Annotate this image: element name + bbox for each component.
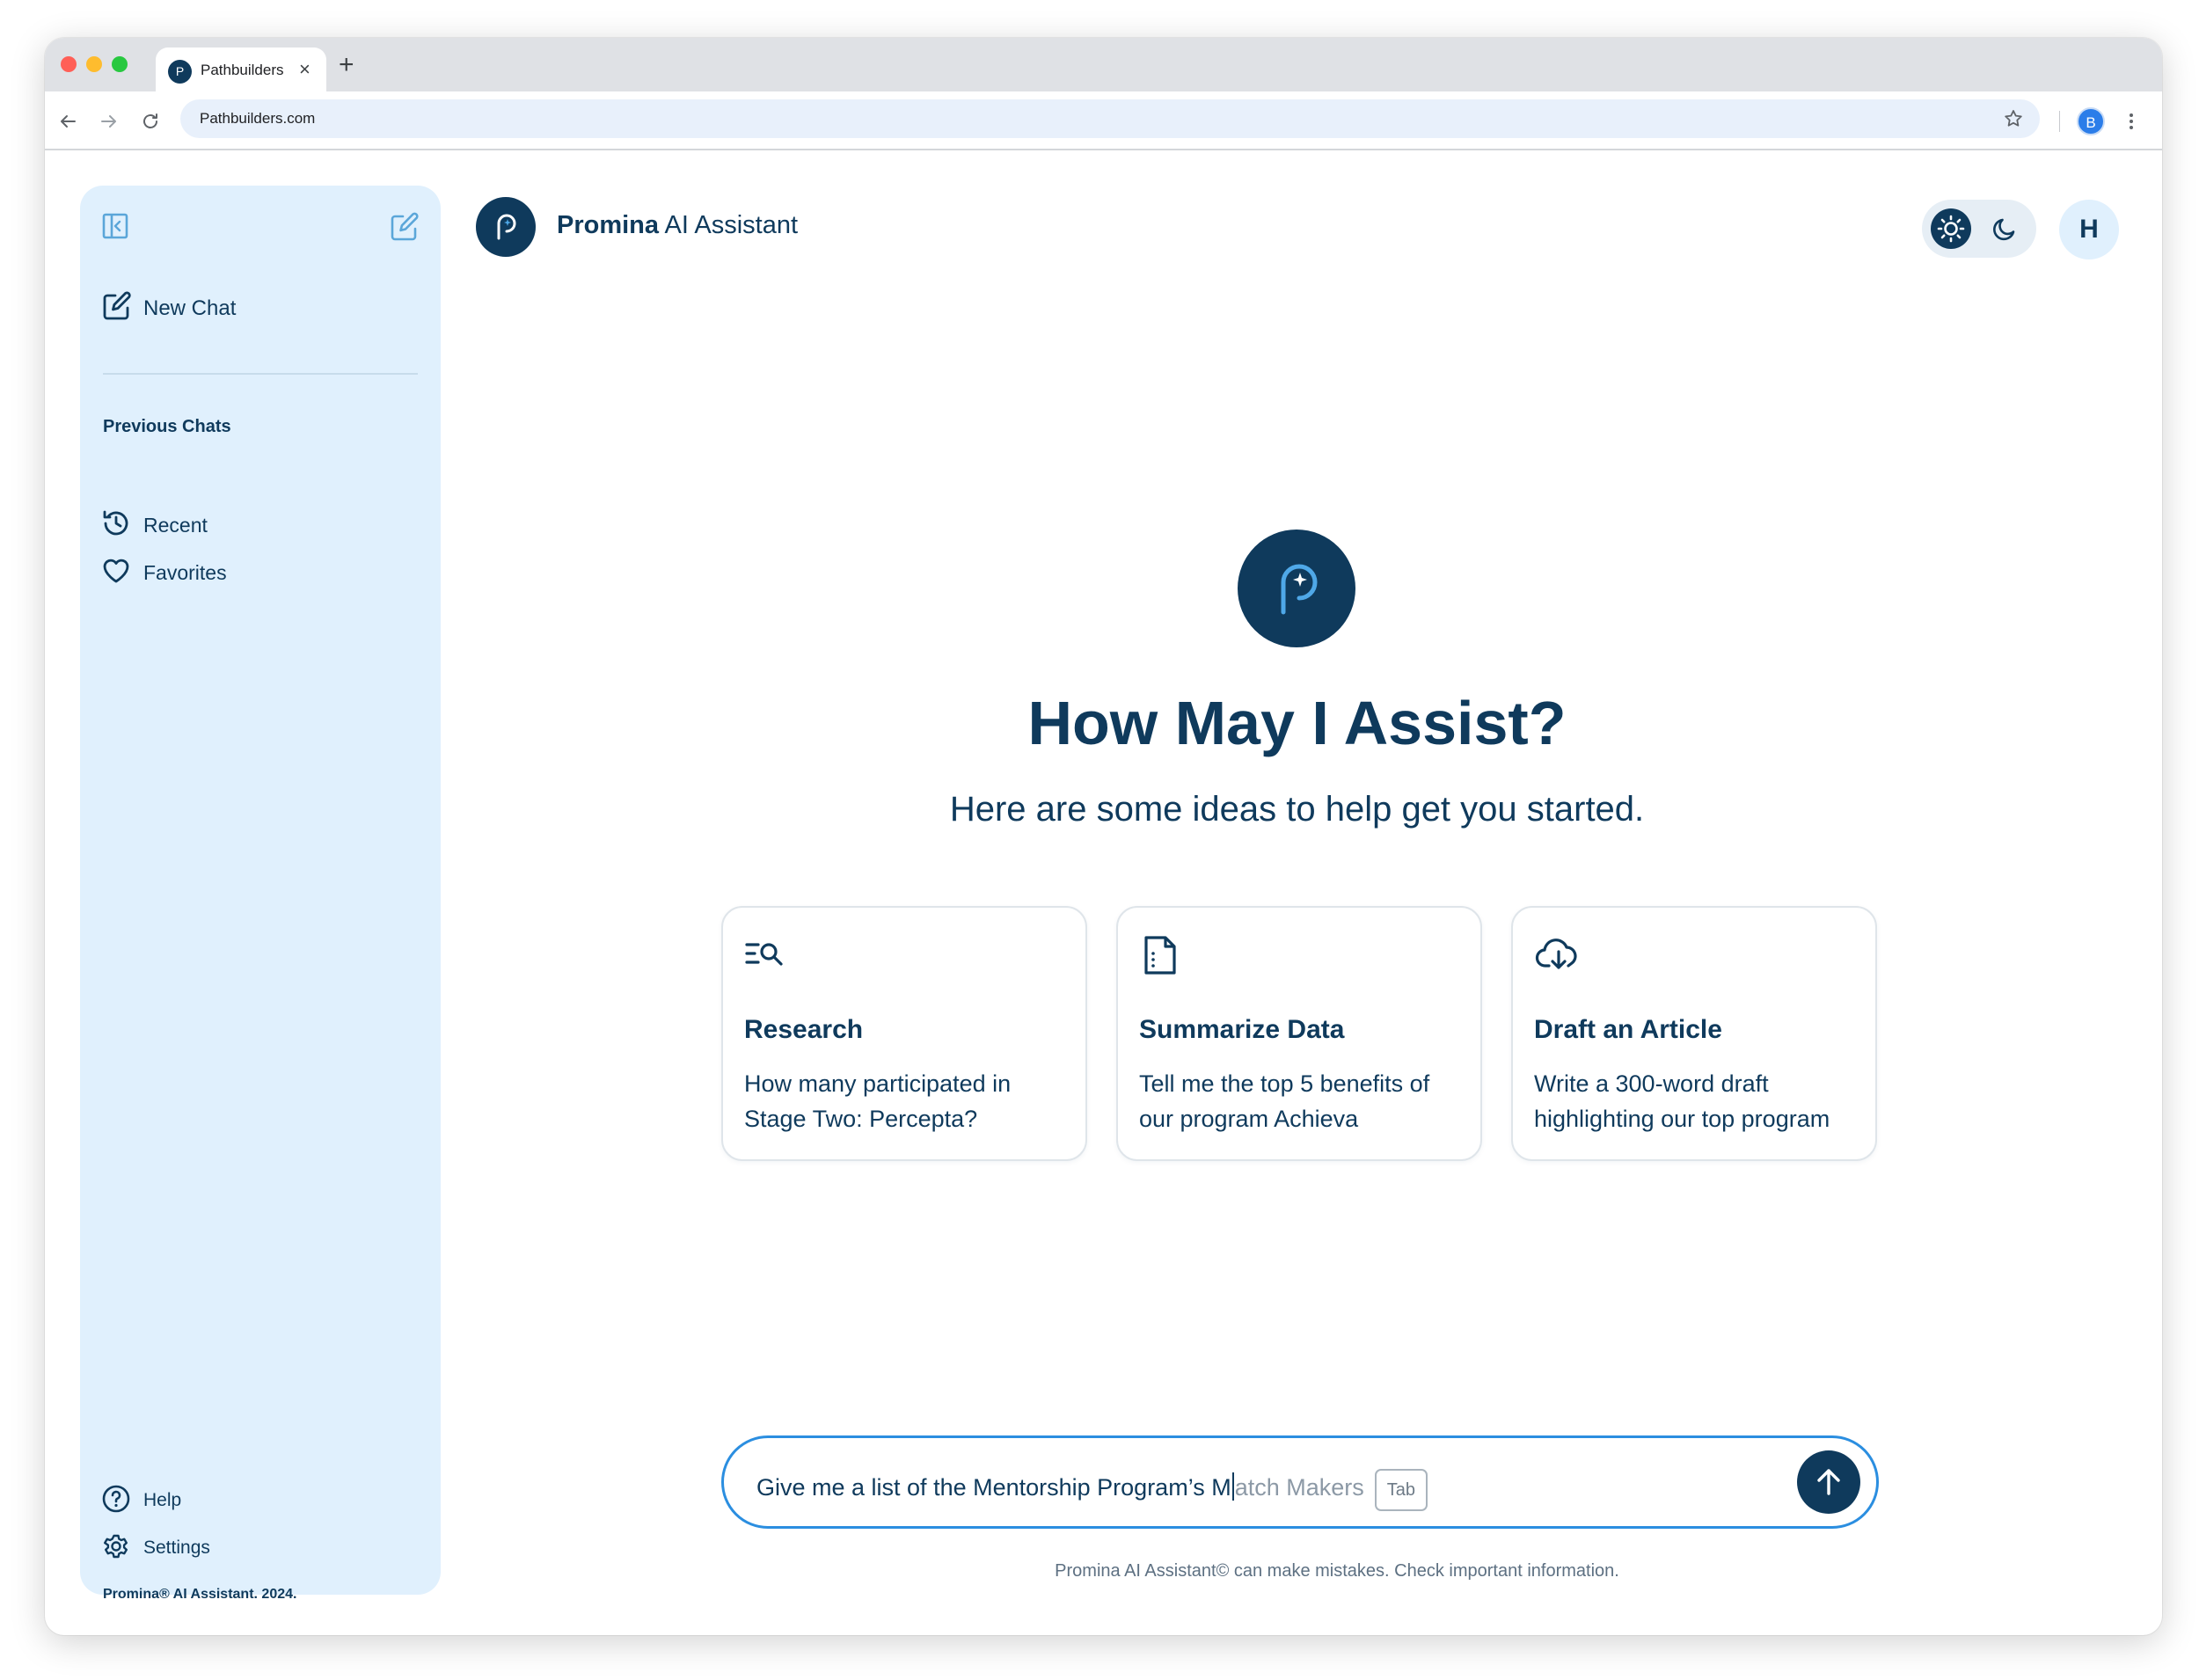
recent-label: Recent [143,514,208,537]
new-chat-icon [103,291,131,320]
card-description: Tell me the top 5 benefits of our progra… [1139,1070,1430,1132]
moon-icon[interactable] [1991,215,2019,243]
heart-icon [103,559,129,583]
card-title: Summarize Data [1139,1015,1345,1044]
suggestion-card-summarize[interactable]: Summarize Data Tell me the top 5 benefit… [1116,906,1482,1161]
card-title: Research [744,1015,864,1044]
promina-logo-icon [497,214,516,240]
suggestion-card-research[interactable]: Research How many participated in Stage … [721,906,1087,1161]
new-chat-label: New Chat [143,296,237,320]
previous-chats-heading: Previous Chats [103,417,231,436]
chat-input-text[interactable]: Give me a list of the Mentorship Program… [756,1469,1428,1511]
card-description: How many participated in Stage Two: Perc… [744,1070,1012,1132]
typed-text: Give me a list of the Mentorship Program… [756,1474,1231,1501]
app-logo [476,197,536,257]
sidebar: New Chat Previous Chats Recent Favorites… [80,186,441,1602]
hero-title: How May I Assist? [1027,689,1567,757]
suggestion-card-draft[interactable]: Draft an Article Write a 300-word draft … [1511,906,1877,1161]
sidebar-footer: Promina® AI Assistant. 2024. [103,1587,297,1602]
autocomplete-suggestion: atch Makers [1234,1474,1364,1501]
card-title: Draft an Article [1534,1015,1722,1044]
browser-tab[interactable]: P Pathbuilders × [156,47,326,91]
app-title: Promina AI Assistant [557,211,798,240]
text-caret [1231,1472,1234,1501]
back-arrow-icon[interactable] [57,111,78,132]
app-title-rest: AI Assistant [659,211,799,239]
favicon-icon: P [168,60,192,84]
settings-label: Settings [143,1538,210,1558]
url-text: Pathbuilders.com [200,110,316,127]
promina-logo-icon [1281,564,1318,615]
light-mode-button[interactable] [1931,208,1971,249]
gear-icon [104,1534,128,1559]
toolbar-divider [2059,111,2060,132]
help-label: Help [143,1490,182,1510]
tab-close-icon[interactable]: × [299,58,310,81]
compose-icon[interactable] [389,211,420,243]
browser-tab-bar: P Pathbuilders × + [45,38,2162,91]
tab-title: Pathbuilders [201,62,284,78]
help-icon [102,1485,130,1513]
hero-subtitle: Here are some ideas to help get you star… [949,790,1645,829]
user-avatar[interactable]: H [2059,200,2119,259]
arrow-up-icon [1817,1469,1840,1495]
sidebar-toggle-icon[interactable] [101,212,129,240]
send-button[interactable] [1797,1450,1860,1514]
close-window-button[interactable] [61,56,77,72]
browser-profile-avatar[interactable]: B [2077,107,2105,135]
bookmark-star-icon[interactable] [2003,108,2024,129]
favorites-label: Favorites [143,561,227,584]
reload-icon[interactable] [140,111,161,132]
history-icon [103,510,128,536]
minimize-window-button[interactable] [86,56,102,72]
more-menu-icon[interactable] [2121,111,2142,132]
new-tab-button[interactable]: + [339,50,354,80]
theme-toggle[interactable] [1922,200,2036,258]
hero-logo [1238,530,1355,647]
address-bar[interactable]: Pathbuilders.com [180,99,2040,138]
browser-toolbar: Pathbuilders.com B [45,91,2162,150]
disclaimer-text: Promina AI Assistant© can make mistakes.… [1055,1561,1619,1581]
sun-icon [1937,215,1965,243]
card-description: Write a 300-word draft highlighting our … [1534,1070,1830,1132]
app-brand: Promina [557,211,660,239]
tab-key-hint[interactable]: Tab [1374,1469,1428,1511]
document-icon [1144,936,1176,975]
search-list-icon [745,943,783,966]
forward-arrow-icon[interactable] [99,111,120,132]
cloud-download-icon [1535,939,1577,969]
sidebar-divider [103,373,418,375]
maximize-window-button[interactable] [112,56,128,72]
chat-input[interactable]: Give me a list of the Mentorship Program… [721,1435,1879,1529]
